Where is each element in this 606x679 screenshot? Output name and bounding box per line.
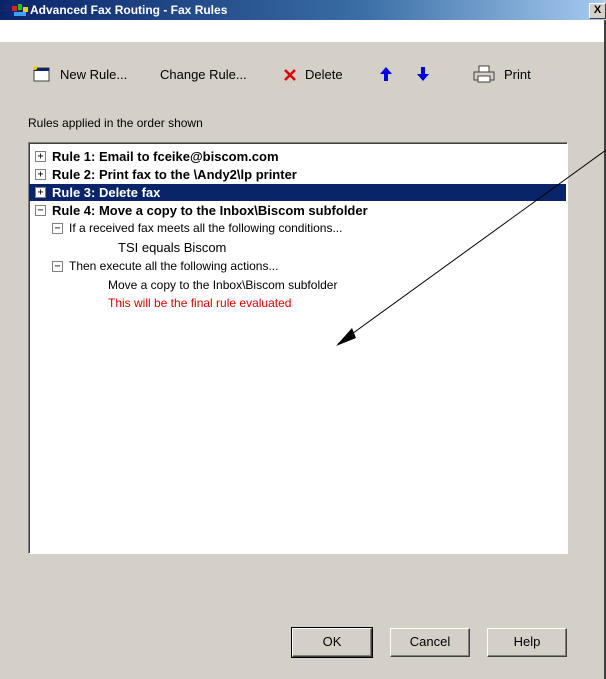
- delete-button[interactable]: Delete: [305, 67, 343, 82]
- arrow-up-icon[interactable]: [379, 66, 393, 82]
- expand-icon[interactable]: +: [35, 187, 46, 198]
- rule-label: Rule 1: Email to fceike@biscom.com: [52, 149, 279, 164]
- conditions-header: If a received fax meets all the followin…: [69, 221, 343, 235]
- app-icon: [12, 4, 28, 16]
- close-icon: X: [593, 4, 602, 16]
- actions-header: Then execute all the following actions..…: [69, 259, 279, 273]
- close-button[interactable]: X: [589, 3, 606, 19]
- rules-caption: Rules applied in the order shown: [28, 116, 203, 130]
- collapse-icon[interactable]: −: [52, 261, 63, 272]
- action-text: Move a copy to the Inbox\Biscom subfolde…: [108, 278, 338, 292]
- final-rule-note: This will be the final rule evaluated: [108, 296, 292, 310]
- cancel-button[interactable]: Cancel: [390, 628, 470, 657]
- collapse-icon[interactable]: −: [35, 205, 46, 216]
- condition-text: TSI equals Biscom: [118, 240, 227, 255]
- rule-label: Rule 3: Delete fax: [52, 185, 161, 200]
- expand-icon[interactable]: +: [35, 151, 46, 162]
- collapse-icon[interactable]: −: [52, 223, 63, 234]
- window-title: Advanced Fax Routing - Fax Rules: [30, 3, 228, 17]
- new-rule-icon: [33, 66, 50, 82]
- title-gap: [0, 20, 604, 42]
- rule-label: Rule 2: Print fax to the \Andy2\lp print…: [52, 167, 297, 182]
- title-bar[interactable]: Advanced Fax Routing - Fax Rules X: [0, 0, 606, 20]
- fax-rules-window: Advanced Fax Routing - Fax Rules X New R…: [0, 0, 606, 679]
- new-rule-button[interactable]: New Rule...: [60, 67, 127, 82]
- ok-button[interactable]: OK: [291, 627, 373, 658]
- red-x-icon: [284, 69, 296, 81]
- expand-icon[interactable]: +: [35, 169, 46, 180]
- arrow-down-icon[interactable]: [416, 66, 430, 82]
- rule-label: Rule 4: Move a copy to the Inbox\Biscom …: [52, 203, 368, 218]
- callout-arrow: [336, 150, 606, 346]
- printer-icon: [473, 65, 495, 83]
- help-button[interactable]: Help: [487, 628, 567, 657]
- print-button[interactable]: Print: [504, 67, 531, 82]
- change-rule-button[interactable]: Change Rule...: [160, 67, 247, 82]
